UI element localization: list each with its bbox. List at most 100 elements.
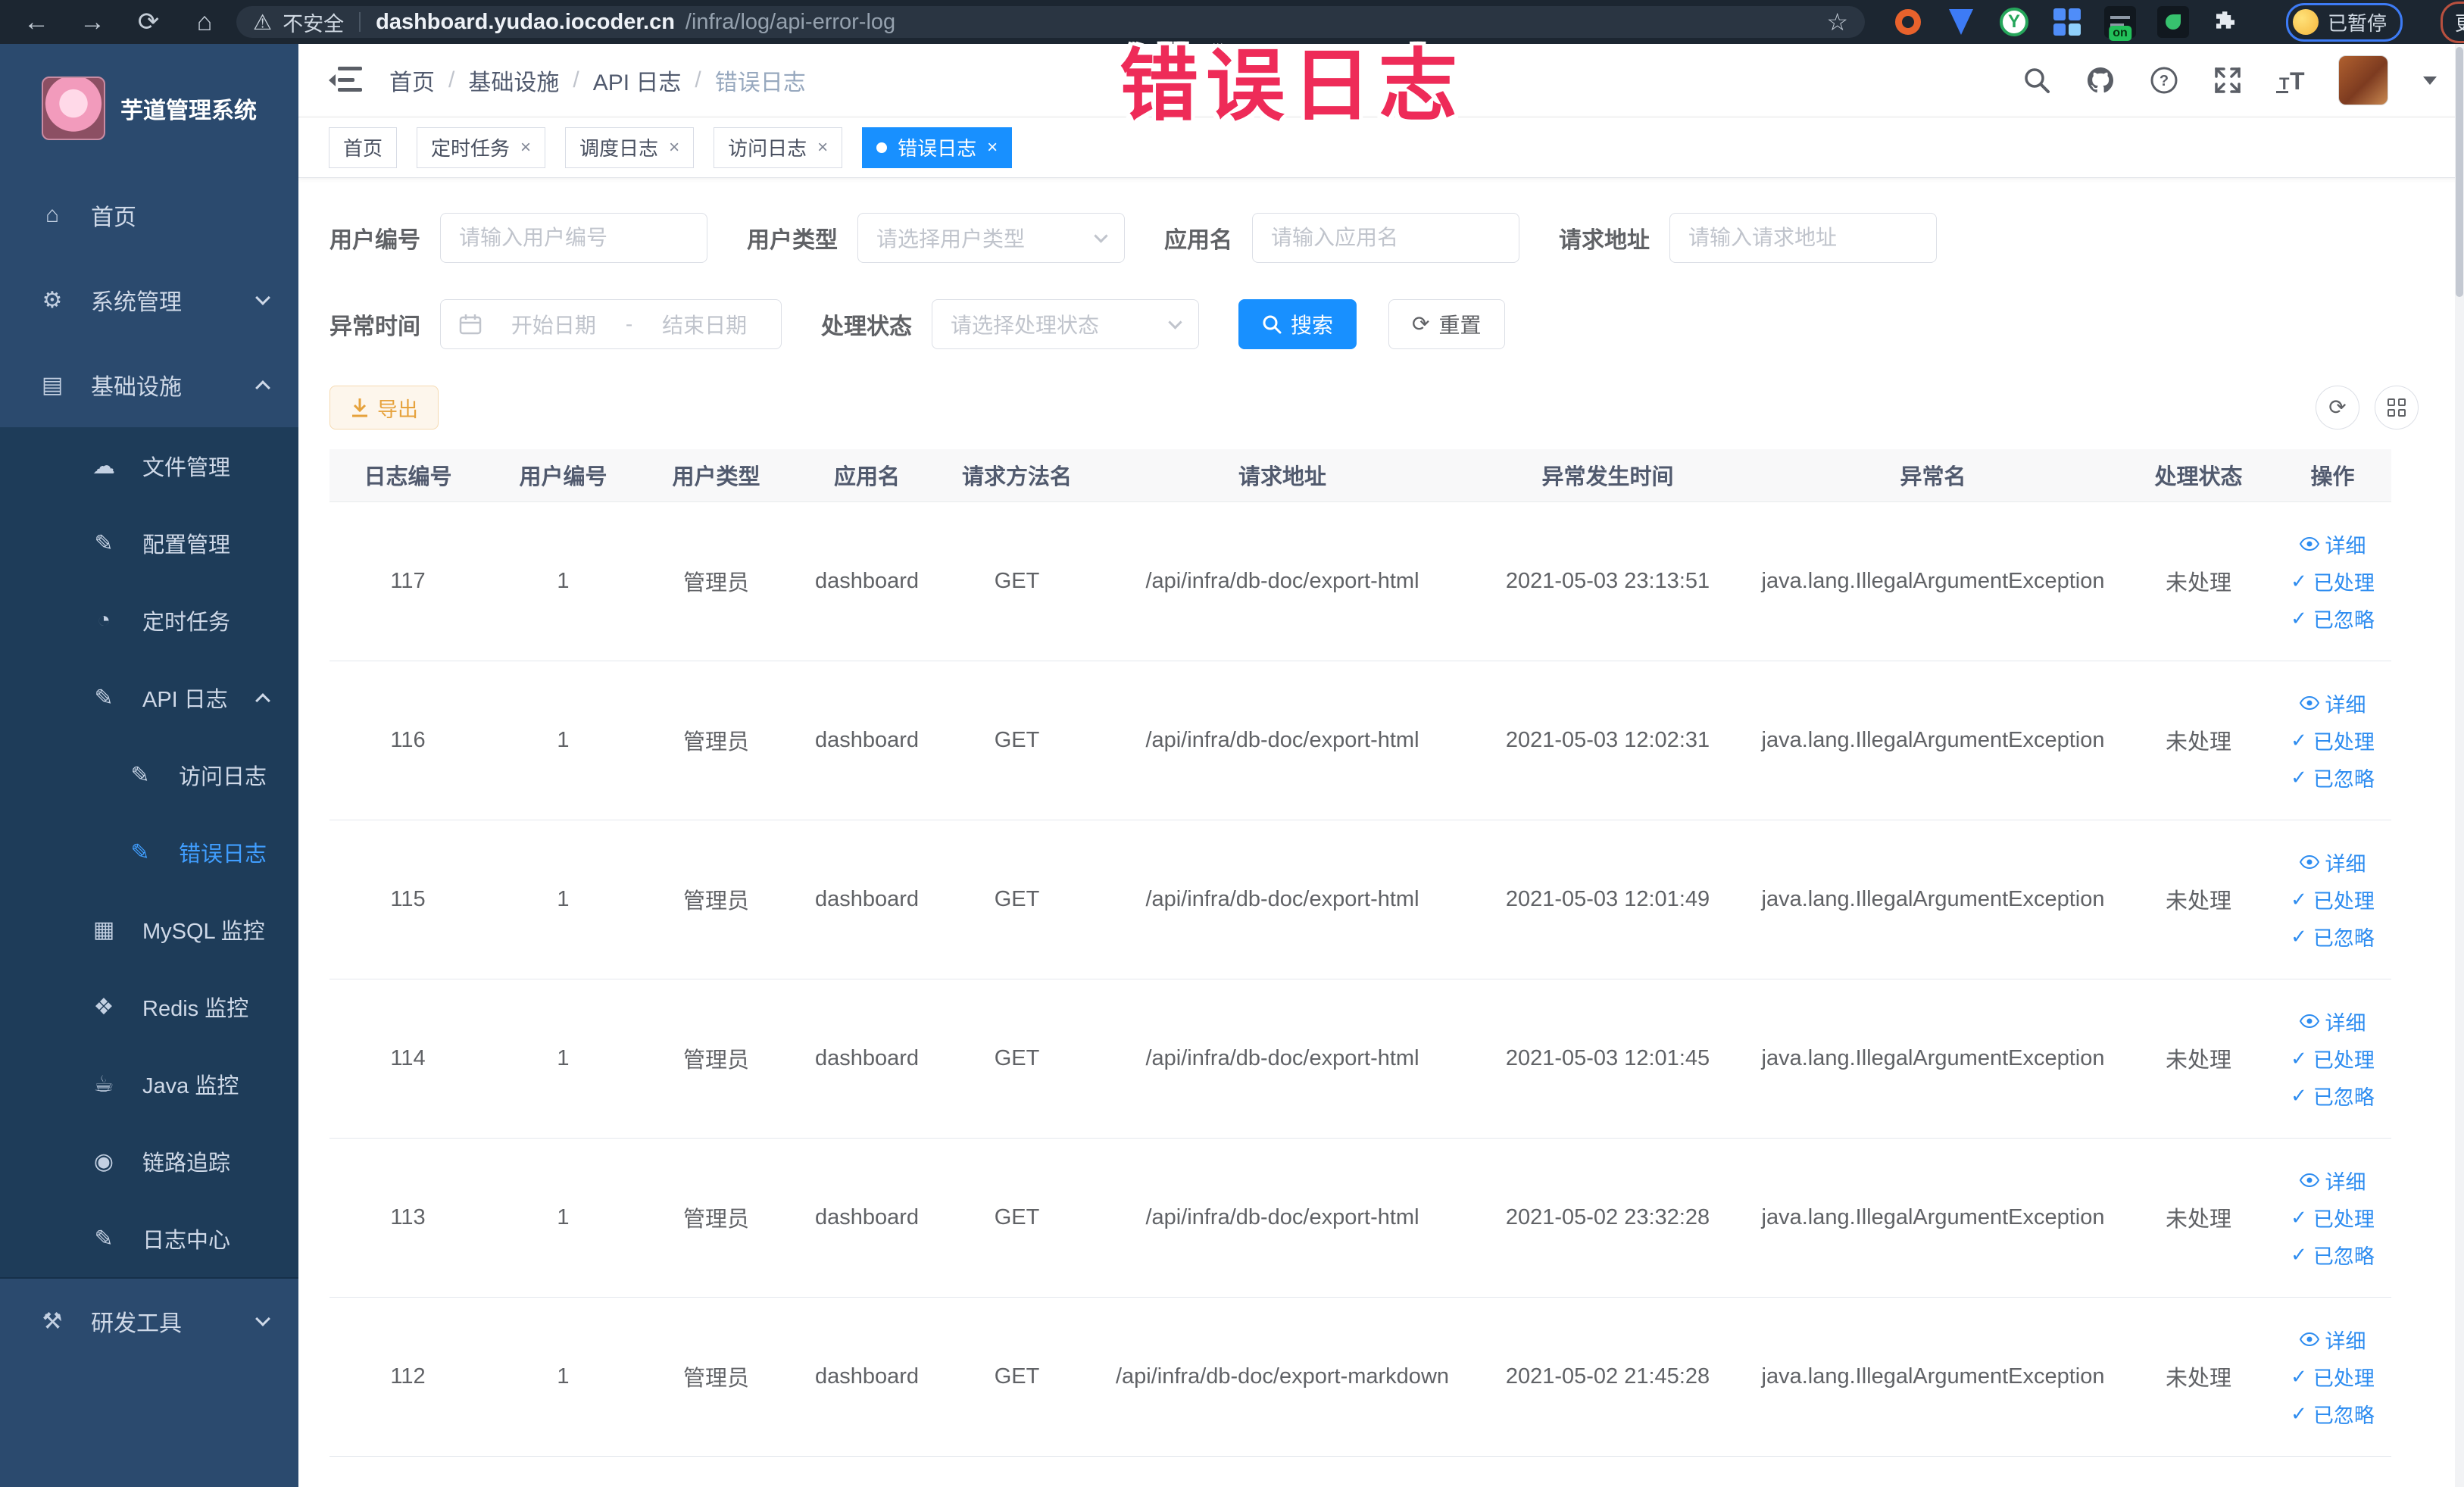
- tab-schedule-log[interactable]: 调度日志 ×: [565, 127, 695, 168]
- sidebar-item-mysql-monitor[interactable]: ▦ MySQL 监控: [0, 891, 298, 968]
- detail-link[interactable]: 详细: [2299, 1325, 2366, 1354]
- cell-method: GET: [942, 1138, 1092, 1298]
- address-bar[interactable]: ⚠ 不安全 dashboard.yudao.iocoder.cn /infra/…: [236, 6, 1865, 38]
- profile-paused-pill[interactable]: 已暂停: [2286, 2, 2403, 42]
- page-scrollbar[interactable]: [2455, 44, 2464, 1487]
- collapse-sidebar-icon[interactable]: [329, 67, 362, 94]
- sidebar-item-system-management[interactable]: ⚙ 系统管理: [0, 258, 298, 342]
- refresh-table-button[interactable]: ⟳: [2316, 386, 2359, 430]
- browser-reload-icon[interactable]: ⟳: [124, 7, 173, 37]
- cell-user-id: 1: [486, 1297, 640, 1457]
- sidebar-item-log-center[interactable]: ✎ 日志中心: [0, 1200, 298, 1277]
- eye-icon: [2299, 1173, 2319, 1187]
- mark-ignored-link[interactable]: ✓ 已忽略: [2291, 1081, 2375, 1111]
- sidebar-item-scheduled-tasks[interactable]: ◔ 定时任务: [0, 582, 298, 659]
- sidebar-logo-row[interactable]: 芋道管理系统: [0, 44, 298, 173]
- cell-app-name: dashboard: [792, 979, 942, 1139]
- sidebar-item-label: API 日志: [142, 688, 228, 712]
- active-tab-dot: [876, 142, 888, 153]
- tab-home[interactable]: 首页: [329, 127, 398, 168]
- github-icon[interactable]: [2084, 64, 2117, 97]
- range-end-placeholder: 结束日期: [662, 314, 748, 337]
- sidebar-item-api-log[interactable]: ✎ API 日志: [0, 659, 298, 736]
- breadcrumb-api-log[interactable]: API 日志: [593, 64, 682, 97]
- browser-forward-icon[interactable]: →: [68, 8, 117, 37]
- bookmark-star-icon[interactable]: ☆: [1826, 8, 1848, 36]
- mark-ignored-link[interactable]: ✓ 已忽略: [2291, 1240, 2375, 1270]
- sidebar-item-redis-monitor[interactable]: ❖ Redis 监控: [0, 968, 298, 1045]
- detail-link[interactable]: 详细: [2299, 530, 2366, 559]
- browser-update-button[interactable]: 更新 ⋮: [2441, 1, 2464, 43]
- cell-user-type: 管理员: [640, 501, 792, 661]
- app-name-input[interactable]: [1271, 226, 1501, 250]
- sidebar-menu: ⌂ 首页 ⚙ 系统管理 ▤ 基础设施 ☁ 文件管理 ✎ 配置管理 ◔ 定时任务 …: [0, 173, 298, 1487]
- mark-processed-link[interactable]: ✓ 已处理: [2291, 885, 2375, 914]
- column-settings-button[interactable]: [2375, 386, 2419, 430]
- sidebar-item-file-management[interactable]: ☁ 文件管理: [0, 427, 298, 505]
- close-icon[interactable]: ×: [669, 137, 679, 158]
- fullscreen-icon[interactable]: [2211, 64, 2244, 97]
- search-icon[interactable]: [2020, 64, 2053, 97]
- avatar[interactable]: [2338, 55, 2388, 105]
- cell-user-id: 1: [486, 661, 640, 820]
- sidebar-item-home[interactable]: ⌂ 首页: [0, 173, 298, 258]
- puzzle-extensions-icon[interactable]: [2210, 6, 2242, 38]
- scrollbar-thumb[interactable]: [2456, 47, 2463, 297]
- help-icon[interactable]: ?: [2147, 64, 2181, 97]
- mark-ignored-link[interactable]: ✓ 已忽略: [2291, 922, 2375, 951]
- detail-link[interactable]: 详细: [2299, 1166, 2366, 1195]
- tab-scheduled-tasks[interactable]: 定时任务 ×: [417, 127, 546, 168]
- extension-green-icon[interactable]: Y: [1998, 6, 2030, 38]
- extension-orange-icon[interactable]: [1892, 6, 1924, 38]
- security-label[interactable]: 不安全: [283, 8, 344, 37]
- sidebar-item-config-management[interactable]: ✎ 配置管理: [0, 505, 298, 582]
- close-icon[interactable]: ×: [520, 137, 531, 158]
- sidebar-item-error-log[interactable]: ✎ 错误日志: [0, 814, 298, 891]
- sidebar-item-label: 配置管理: [142, 533, 231, 558]
- sidebar-item-access-log[interactable]: ✎ 访问日志: [0, 736, 298, 814]
- process-status-select[interactable]: 请选择处理状态: [932, 299, 1199, 349]
- mark-processed-link[interactable]: ✓ 已处理: [2291, 726, 2375, 755]
- sidebar-item-dev-tools[interactable]: ⚒ 研发工具: [0, 1279, 298, 1364]
- ignored-link-label: 已忽略: [2313, 767, 2375, 791]
- browser-home-icon[interactable]: ⌂: [180, 8, 229, 37]
- mark-processed-link[interactable]: ✓ 已处理: [2291, 1362, 2375, 1392]
- extension-leaf-icon[interactable]: [2157, 6, 2189, 38]
- timer-icon: ◔: [96, 608, 111, 633]
- mark-ignored-link[interactable]: ✓ 已忽略: [2291, 1399, 2375, 1429]
- user-id-input[interactable]: [459, 226, 689, 250]
- exception-time-range-picker[interactable]: 开始日期 - 结束日期: [440, 299, 782, 349]
- tab-label: 首页: [343, 137, 383, 160]
- mark-ignored-link[interactable]: ✓ 已忽略: [2291, 763, 2375, 792]
- close-icon[interactable]: ×: [987, 137, 998, 158]
- tab-error-log[interactable]: 错误日志 ×: [862, 127, 1013, 168]
- request-url-input[interactable]: [1688, 226, 1918, 250]
- close-icon[interactable]: ×: [817, 137, 828, 158]
- extension-grid-icon[interactable]: [2051, 6, 2083, 38]
- refresh-icon: ⟳: [2328, 395, 2347, 419]
- sidebar-item-java-monitor[interactable]: ☕ Java 监控: [0, 1045, 298, 1123]
- detail-link[interactable]: 详细: [2299, 689, 2366, 718]
- mark-processed-link[interactable]: ✓ 已处理: [2291, 1203, 2375, 1232]
- mark-processed-link[interactable]: ✓ 已处理: [2291, 567, 2375, 596]
- extension-shield-icon[interactable]: [1945, 6, 1977, 38]
- user-type-placeholder: 请选择用户类型: [876, 227, 1026, 251]
- check-icon: ✓: [2291, 1205, 2307, 1229]
- font-size-icon[interactable]: TT: [2275, 64, 2308, 97]
- reset-button[interactable]: ⟳ 重置: [1388, 299, 1505, 349]
- detail-link[interactable]: 详细: [2299, 1007, 2366, 1036]
- mark-processed-link[interactable]: ✓ 已处理: [2291, 1044, 2375, 1073]
- user-type-select[interactable]: 请选择用户类型: [857, 213, 1125, 263]
- sidebar-item-trace[interactable]: ◉ 链路追踪: [0, 1123, 298, 1200]
- tab-access-log[interactable]: 访问日志 ×: [714, 127, 843, 168]
- export-button[interactable]: 导出: [329, 386, 439, 430]
- extension-on-icon[interactable]: on: [2104, 6, 2136, 41]
- mark-ignored-link[interactable]: ✓ 已忽略: [2291, 604, 2375, 633]
- search-button[interactable]: 搜索: [1238, 299, 1357, 349]
- breadcrumb-infrastructure[interactable]: 基础设施: [468, 64, 559, 97]
- breadcrumb-home[interactable]: 首页: [389, 64, 435, 97]
- sidebar-item-infrastructure[interactable]: ▤ 基础设施: [0, 342, 298, 427]
- detail-link[interactable]: 详细: [2299, 848, 2366, 877]
- browser-back-icon[interactable]: ←: [12, 8, 61, 37]
- user-menu-caret-icon[interactable]: [2423, 76, 2437, 85]
